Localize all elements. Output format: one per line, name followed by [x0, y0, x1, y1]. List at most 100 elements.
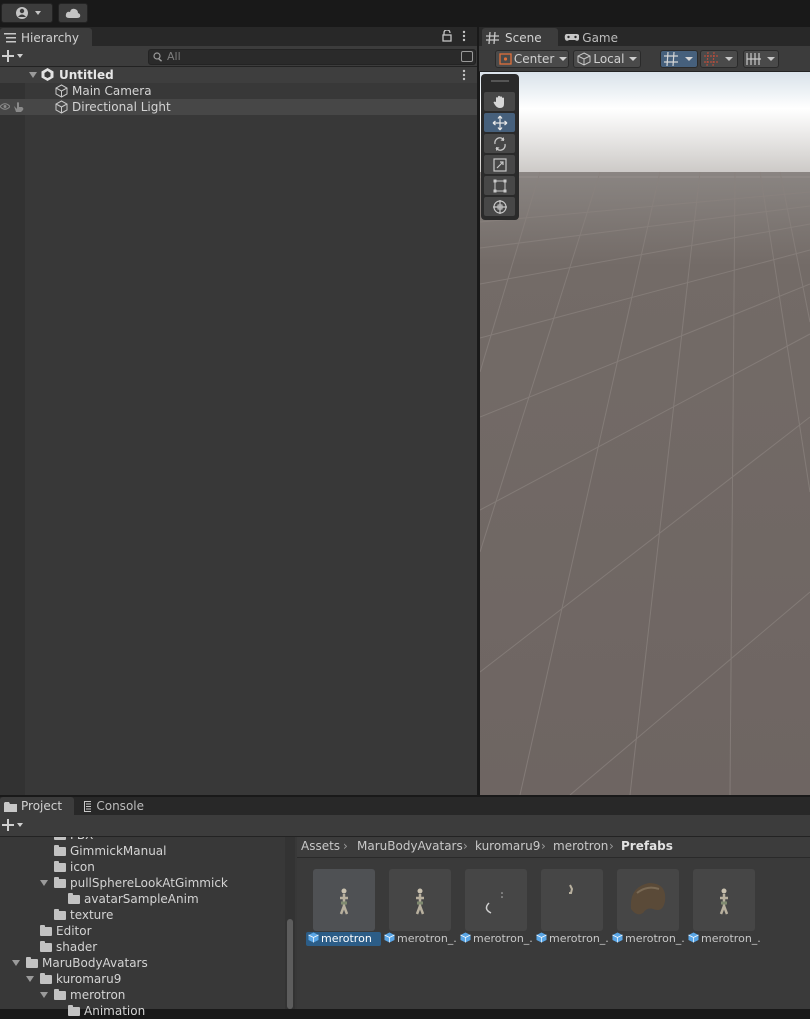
tree-item-label: MaruBodyAvatars — [42, 956, 148, 970]
ruler-grid-icon — [746, 53, 761, 65]
tree-item[interactable]: pullSphereLookAtGimmick — [0, 875, 284, 891]
tree-item[interactable]: kuromaru9 — [0, 971, 284, 987]
breadcrumb-item[interactable]: kuromaru9 — [475, 839, 540, 853]
tree-item[interactable]: merotron — [0, 987, 284, 1003]
breadcrumb-separator: › — [463, 839, 468, 853]
scene-viewport[interactable] — [480, 72, 810, 795]
asset-label[interactable]: merotron_... — [382, 932, 456, 946]
project-toolbar — [0, 815, 810, 837]
rotate-tool[interactable] — [484, 134, 515, 153]
hand-icon — [493, 95, 504, 108]
asset-name: merotron_... — [625, 932, 684, 945]
increment-snap-icon — [704, 51, 718, 67]
visibility-eye-icon[interactable] — [0, 102, 10, 111]
tab-console[interactable]: Console — [80, 797, 152, 815]
grid-snapping-toggle[interactable] — [660, 50, 698, 68]
search-filter-icon[interactable] — [461, 51, 473, 62]
asset-label[interactable]: merotron_... — [458, 932, 532, 946]
avatar-preview-icon — [339, 888, 349, 915]
pivot-rotation-dropdown[interactable]: Local — [573, 50, 641, 68]
hierarchy-search[interactable]: All — [148, 49, 476, 65]
scene-kebab-icon[interactable] — [462, 69, 466, 81]
local-cube-icon — [577, 52, 591, 66]
breadcrumb-item[interactable]: merotron — [553, 839, 608, 853]
pickable-hand-icon[interactable] — [12, 101, 24, 112]
console-icon — [84, 800, 92, 812]
asset-thumbnail[interactable] — [541, 869, 603, 931]
increment-snap-toggle[interactable] — [700, 50, 738, 68]
scene-name: Untitled — [59, 68, 114, 82]
tree-item[interactable]: shader — [0, 939, 284, 955]
tree-item[interactable]: Editor — [0, 923, 284, 939]
asset-name: merotron_... — [701, 932, 760, 945]
asset-label[interactable]: merotron_... — [534, 932, 608, 946]
tree-item[interactable]: GimmickManual — [0, 843, 284, 859]
cloud-icon — [65, 8, 81, 18]
cloud-button[interactable] — [58, 3, 88, 23]
avatar-preview-icon — [719, 888, 729, 915]
expand-arrow-icon[interactable] — [26, 976, 34, 982]
tree-item[interactable]: avatarSampleAnim — [0, 891, 284, 907]
move-tool[interactable] — [484, 113, 515, 132]
asset-label[interactable]: merotron_... — [610, 932, 684, 946]
create-dropdown[interactable] — [2, 49, 26, 63]
tab-console-label: Console — [96, 799, 144, 813]
move-arrows-icon — [492, 115, 507, 130]
main-toolbar — [0, 0, 810, 27]
tree-item[interactable]: icon — [0, 859, 284, 875]
asset-label[interactable]: merotron_... — [686, 932, 760, 946]
asset-thumbnail[interactable] — [617, 869, 679, 931]
kebab-menu-icon[interactable] — [462, 30, 466, 42]
project-create-dropdown[interactable] — [2, 818, 26, 832]
tree-item[interactable]: MaruBodyAvatars — [0, 955, 284, 971]
scene-root-row[interactable]: Untitled — [0, 67, 477, 83]
pivot-mode-label: Center — [513, 52, 555, 66]
hierarchy-panel — [0, 46, 477, 795]
avatar-preview-icon — [415, 888, 425, 915]
asset-label[interactable]: merotron — [306, 932, 381, 946]
tree-item-label: Animation — [84, 1004, 146, 1018]
folder-icon — [68, 893, 80, 904]
breadcrumb-item[interactable]: MaruBodyAvatars — [357, 839, 463, 853]
expand-arrow-icon[interactable] — [40, 992, 48, 998]
tab-hierarchy[interactable]: Hierarchy — [0, 28, 92, 47]
prefab-cube-icon — [384, 932, 395, 943]
pivot-mode-dropdown[interactable]: Center — [495, 50, 569, 68]
breadcrumb-separator: › — [343, 839, 348, 853]
expand-arrow-icon[interactable] — [29, 72, 37, 78]
transform-tool[interactable] — [484, 197, 515, 216]
asset-thumbnail[interactable] — [389, 869, 451, 931]
asset-thumbnail[interactable] — [693, 869, 755, 931]
tree-item-label: Editor — [56, 924, 92, 938]
hand-tool[interactable] — [484, 92, 515, 111]
tree-scrollbar-thumb[interactable] — [287, 919, 293, 1009]
breadcrumb-separator: › — [541, 839, 546, 853]
expand-arrow-icon[interactable] — [40, 880, 48, 886]
breadcrumb-item[interactable]: Assets — [301, 839, 340, 853]
breadcrumb-current[interactable]: Prefabs — [621, 839, 673, 853]
chevron-down-icon — [629, 57, 638, 61]
hierarchy-item-directional-light[interactable]: Directional Light — [0, 99, 477, 115]
asset-thumbnail[interactable] — [465, 869, 527, 931]
expand-arrow-icon[interactable] — [12, 960, 20, 966]
tree-item[interactable]: texture — [0, 907, 284, 923]
unity-scene-icon — [41, 68, 54, 81]
scale-tool[interactable] — [484, 155, 515, 174]
account-dropdown[interactable] — [1, 3, 53, 23]
tab-project[interactable]: Project — [0, 797, 74, 815]
plus-icon — [2, 819, 23, 831]
hierarchy-item-main-camera[interactable]: Main Camera — [0, 83, 477, 99]
tree-item-label: kuromaru9 — [56, 972, 122, 986]
grid-hash-icon — [486, 31, 499, 44]
scene-visibility-toggle[interactable] — [743, 50, 779, 68]
asset-name: merotron_... — [473, 932, 532, 945]
tab-game[interactable]: Game — [560, 28, 626, 47]
tree-item[interactable]: Animation — [0, 1003, 284, 1019]
lock-icon[interactable] — [442, 30, 452, 42]
asset-thumbnail[interactable] — [313, 869, 375, 931]
drag-handle[interactable] — [491, 80, 509, 82]
tree-scrollbar[interactable] — [285, 837, 295, 1009]
tab-scene[interactable]: Scene — [482, 28, 558, 47]
rect-tool[interactable] — [484, 176, 515, 195]
search-placeholder: All — [167, 50, 181, 63]
